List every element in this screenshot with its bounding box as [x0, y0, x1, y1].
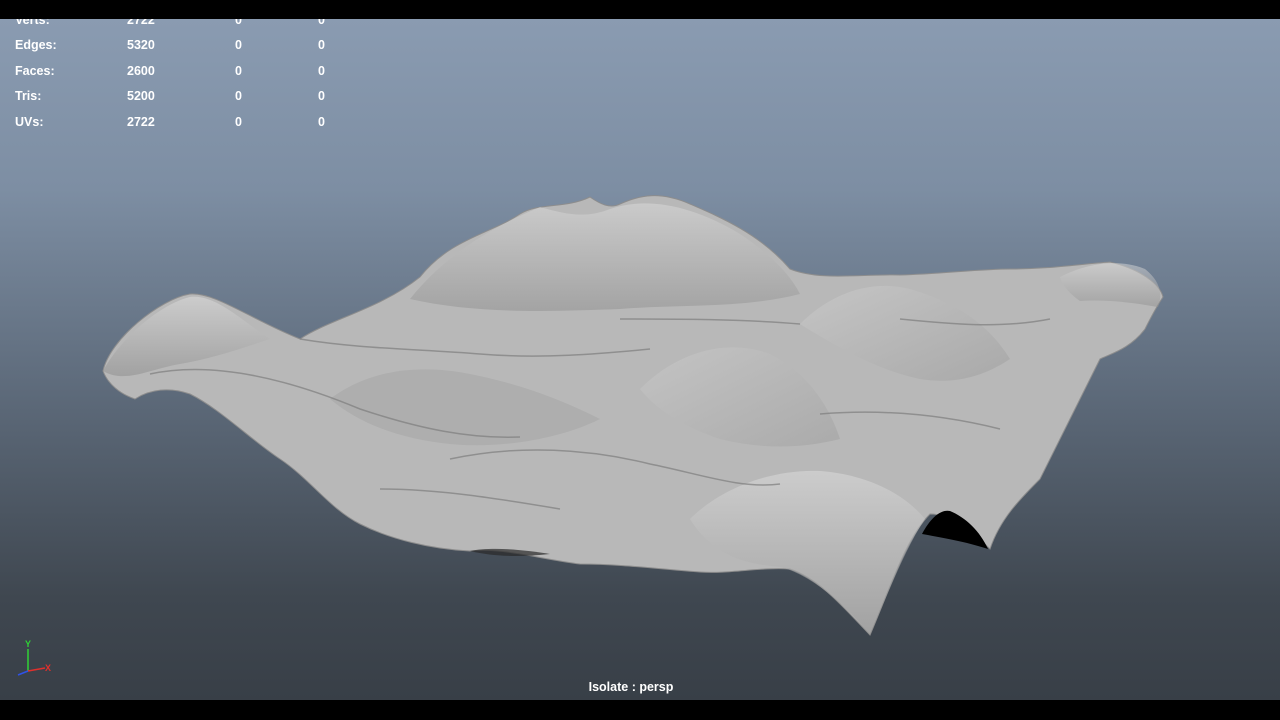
hud-value-total: 5200 [127, 89, 155, 104]
hud-value-selected: 0 [235, 89, 242, 104]
hud-label: Tris: [15, 89, 42, 104]
isolate-label: Isolate : persp [0, 680, 1280, 694]
hud-label: Edges: [15, 38, 57, 53]
hud-value-component: 0 [318, 38, 325, 53]
hud-label: UVs: [15, 114, 44, 129]
hud-row-uvs: UVs: 2722 0 0 [15, 115, 345, 140]
axis-x-label: X [45, 663, 51, 673]
isolate-text: Isolate : persp [588, 680, 674, 694]
view-axis-gizmo-icon: Y X [17, 639, 51, 676]
hud-row-faces: Faces: 2600 0 0 [15, 64, 345, 89]
hud-value-selected: 0 [235, 114, 242, 129]
axis-x-line [27, 667, 46, 672]
hud-row-verts: Verts: 2722 0 0 [15, 19, 345, 38]
poly-count-hud: Verts: 2722 0 0 Edges: 5320 0 0 Faces: 2… [15, 19, 345, 140]
hud-label: Faces: [15, 63, 55, 78]
ridge-back [410, 203, 800, 311]
hud-value-selected: 0 [235, 63, 242, 78]
axis-z-line [17, 670, 29, 676]
hud-value-total: 5320 [127, 38, 155, 53]
ridge-front [690, 470, 925, 635]
hud-value-component: 0 [318, 63, 325, 78]
viewport-persp[interactable]: Verts: 2722 0 0 Edges: 5320 0 0 Faces: 2… [0, 19, 1280, 700]
hud-value-component: 0 [318, 89, 325, 104]
hud-label: Verts: [15, 19, 50, 27]
axis-y-label: Y [25, 639, 31, 649]
hud-row-tris: Tris: 5200 0 0 [15, 89, 345, 114]
hud-value-selected: 0 [235, 38, 242, 53]
hud-value-component: 0 [318, 19, 325, 27]
hud-value-total: 2722 [127, 19, 155, 27]
hud-value-total: 2600 [127, 63, 155, 78]
hud-value-total: 2722 [127, 114, 155, 129]
hud-value-component: 0 [318, 114, 325, 129]
hud-value-selected: 0 [235, 19, 242, 27]
hud-row-edges: Edges: 5320 0 0 [15, 38, 345, 63]
